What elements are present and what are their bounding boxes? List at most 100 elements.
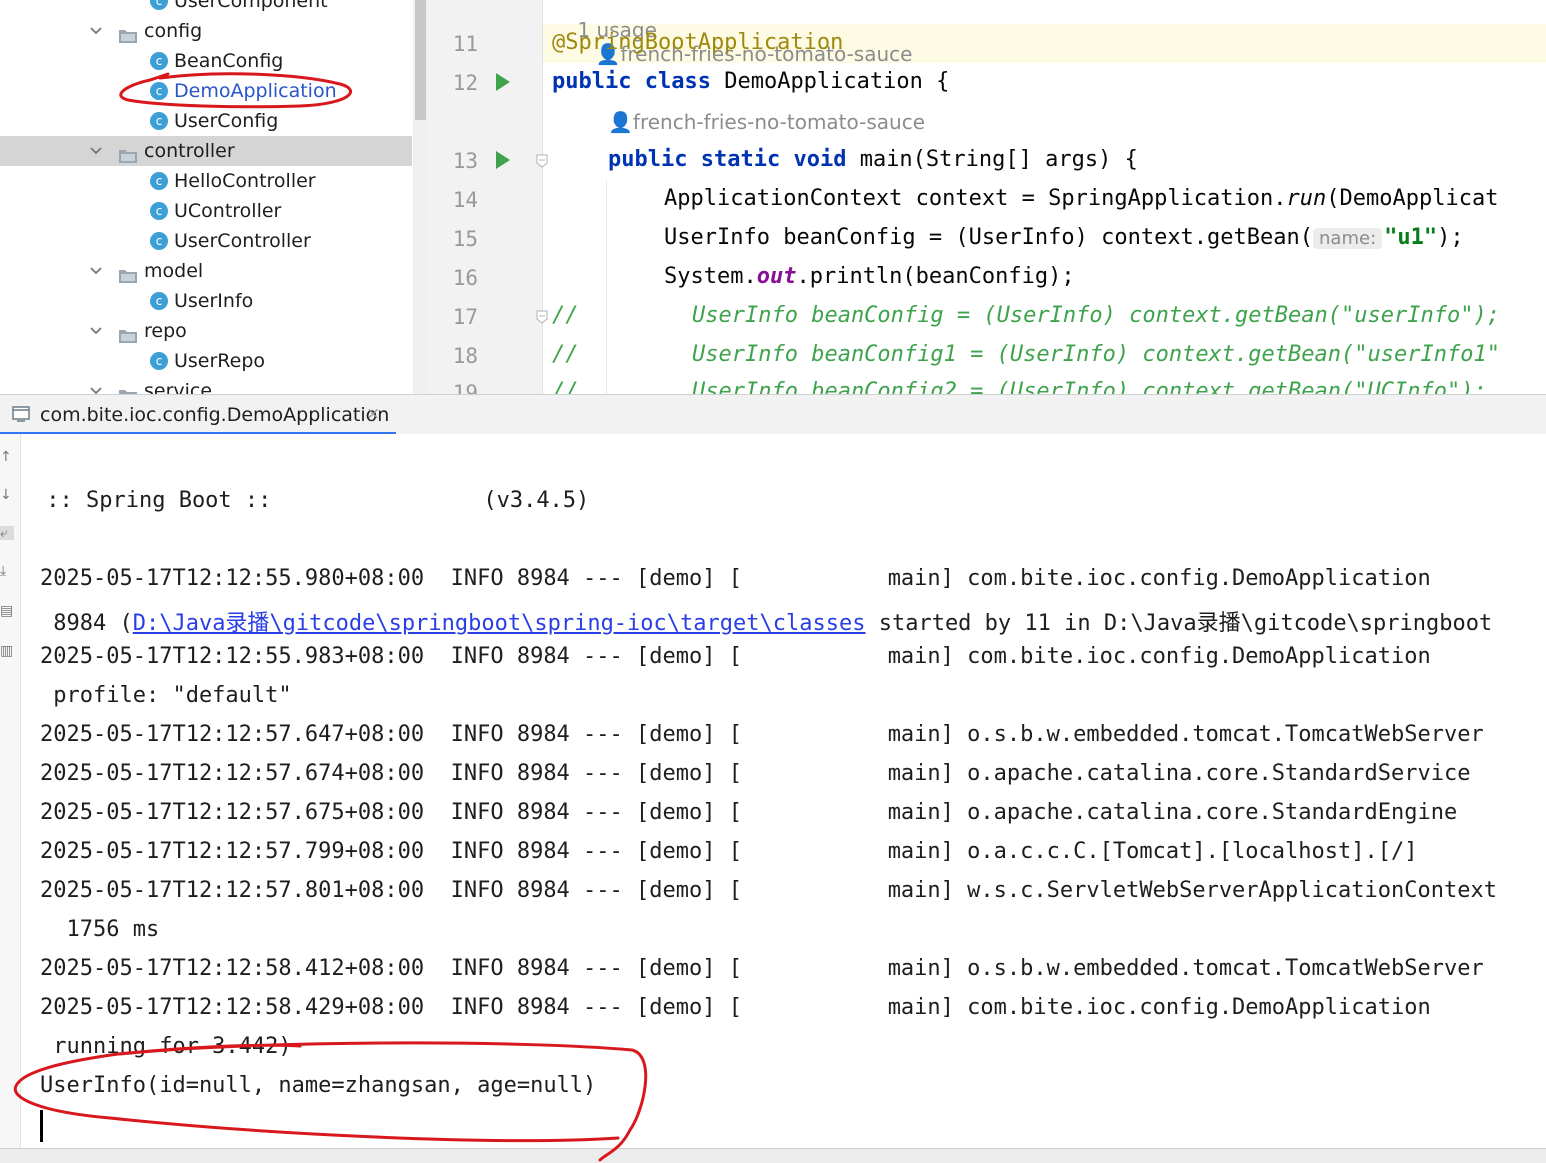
print-icon[interactable]: ▤ xyxy=(0,604,14,618)
code-text: DemoApplication { xyxy=(710,69,950,94)
tree-item-label: repo xyxy=(144,320,187,342)
code-text: main(String[] args) { xyxy=(846,147,1138,172)
tree-item-hellocontroller[interactable]: c HelloController xyxy=(0,166,412,196)
tree-item-label: UserConfig xyxy=(174,110,279,132)
tree-item-demoapplication[interactable]: c DemoApplication xyxy=(0,76,412,106)
tree-scrollbar-thumb[interactable] xyxy=(415,0,426,120)
class-icon: c xyxy=(150,52,168,70)
tree-item-label: BeanConfig xyxy=(174,50,284,72)
status-bar xyxy=(0,1148,1546,1163)
code-line-17: // xyxy=(552,303,579,328)
run-config-icon xyxy=(12,406,30,422)
line-number: 16 xyxy=(452,266,478,290)
console-output[interactable]: :: Spring Boot :: (v3.4.5) 2025-05-17T12… xyxy=(21,434,1546,1148)
code-line-16: System.out.println(beanConfig); xyxy=(664,264,1075,289)
tree-item-repo[interactable]: repo xyxy=(0,316,412,346)
run-class-icon[interactable] xyxy=(496,73,510,91)
folder-icon xyxy=(118,263,138,283)
line-number: 15 xyxy=(452,227,478,251)
chevron-down-icon[interactable] xyxy=(90,25,102,37)
log-line: 2025-05-17T12:12:57.801+08:00 INFO 8984 … xyxy=(40,878,1497,903)
trash-icon[interactable]: ▥ xyxy=(0,644,14,658)
line-number: 14 xyxy=(452,188,478,212)
tree-item-label: HelloController xyxy=(174,170,316,192)
soft-wrap-icon[interactable]: ⤶ xyxy=(0,526,14,540)
program-output-line: UserInfo(id=null, name=zhangsan, age=nul… xyxy=(40,1073,597,1098)
parameter-hint: name: xyxy=(1313,228,1383,249)
log-line: 2025-05-17T12:12:55.980+08:00 INFO 8984 … xyxy=(40,566,1431,591)
run-tab[interactable]: com.bite.ioc.config.DemoApplication × xyxy=(0,395,396,435)
tree-item-label: UserInfo xyxy=(174,290,254,312)
log-text: started by 11 in D:\Java录播\gitcode\sprin… xyxy=(865,611,1493,636)
tree-item-userrepo[interactable]: c UserRepo xyxy=(0,346,412,376)
line-number: 13 xyxy=(452,149,478,173)
tree-item-label: UserComponent xyxy=(174,0,328,12)
code-text: (DemoApplicat xyxy=(1326,186,1499,211)
tree-item-controller[interactable]: controller xyxy=(0,136,412,166)
log-line-pid: 8984 (D:\Java录播\gitcode\springboot\sprin… xyxy=(40,605,1492,637)
spring-boot-banner: :: Spring Boot :: (v3.4.5) xyxy=(33,488,590,513)
tree-item-config[interactable]: config xyxy=(0,16,412,46)
run-tab-label: com.bite.ioc.config.DemoApplication xyxy=(40,404,390,426)
comment-token: // xyxy=(552,379,579,394)
class-icon: c xyxy=(150,82,168,100)
tree-item-usercontroller[interactable]: c UserController xyxy=(0,226,412,256)
tree-item-label: DemoApplication xyxy=(174,80,337,102)
scroll-up-icon[interactable]: ↑ xyxy=(0,450,14,464)
code-line-14: ApplicationContext context = SpringAppli… xyxy=(664,186,1498,211)
tree-item-label: config xyxy=(144,20,203,42)
class-icon: c xyxy=(150,172,168,190)
class-icon: c xyxy=(150,232,168,250)
indent-guide xyxy=(606,180,607,394)
tree-item-ucontroller[interactable]: c UController xyxy=(0,196,412,226)
tree-item-label: UController xyxy=(174,200,282,222)
class-icon: c xyxy=(150,202,168,220)
code-line-13: public static void main(String[] args) { xyxy=(608,147,1138,172)
tree-item-userinfo[interactable]: c UserInfo xyxy=(0,286,412,316)
chevron-down-icon[interactable] xyxy=(90,325,102,337)
comment-token: // xyxy=(552,303,579,328)
author-hint: french-fries-no-tomato-sauce xyxy=(632,110,925,134)
run-main-icon[interactable] xyxy=(496,151,510,169)
folder-icon xyxy=(118,143,138,163)
classes-path-link[interactable]: D:\Java录播\gitcode\springboot\spring-ioc\… xyxy=(133,611,866,636)
tree-item-userconfig[interactable]: c UserConfig xyxy=(0,106,412,136)
keyword-token: static xyxy=(700,147,781,172)
console-caret xyxy=(40,1110,43,1142)
class-icon: c xyxy=(150,292,168,310)
log-text: 8984 ( xyxy=(40,611,133,636)
class-icon: c xyxy=(150,0,168,10)
code-editor[interactable]: 1 usage 👤french-fries-no-tomato-sauce 11… xyxy=(428,0,1546,394)
keyword-token: public xyxy=(608,147,688,172)
folder-icon xyxy=(118,23,138,43)
code-text: UserInfo beanConfig = (UserInfo) context… xyxy=(664,225,1314,250)
class-icon: c xyxy=(150,352,168,370)
scroll-to-end-icon[interactable]: ⤓ xyxy=(0,564,14,578)
log-line: 2025-05-17T12:12:58.412+08:00 INFO 8984 … xyxy=(40,956,1484,981)
tree-item-usercomponent[interactable]: c UserComponent xyxy=(0,0,412,16)
scroll-down-icon[interactable]: ↓ xyxy=(0,488,14,502)
tree-item-beanconfig[interactable]: c BeanConfig xyxy=(0,46,412,76)
author-icon: 👤 xyxy=(608,110,633,134)
fold-icon[interactable] xyxy=(536,153,548,168)
code-line-18: // xyxy=(552,342,579,367)
tree-scrollbar[interactable] xyxy=(413,0,428,394)
chevron-down-icon[interactable] xyxy=(90,385,102,394)
fold-icon[interactable] xyxy=(536,309,548,324)
chevron-down-icon[interactable] xyxy=(90,265,102,277)
chevron-down-icon[interactable] xyxy=(90,145,102,157)
author-hint-row: 👤french-fries-no-tomato-sauce xyxy=(608,110,925,134)
line-number: 19 xyxy=(452,381,478,394)
line-number: 17 xyxy=(452,305,478,329)
comment-body: UserInfo beanConfig = (UserInfo) context… xyxy=(692,303,1500,328)
tree-item-model[interactable]: model xyxy=(0,256,412,286)
comment-token: // xyxy=(552,342,579,367)
tree-item-service[interactable]: service xyxy=(0,376,412,394)
tree-item-label: UserRepo xyxy=(174,350,266,372)
line-number: 18 xyxy=(452,344,478,368)
log-line: 2025-05-17T12:12:57.675+08:00 INFO 8984 … xyxy=(40,800,1458,825)
code-line-19: // xyxy=(552,379,579,394)
log-line: 2025-05-17T12:12:55.983+08:00 INFO 8984 … xyxy=(40,644,1431,669)
string-token: "u1" xyxy=(1384,225,1438,250)
close-icon[interactable]: × xyxy=(366,404,380,424)
